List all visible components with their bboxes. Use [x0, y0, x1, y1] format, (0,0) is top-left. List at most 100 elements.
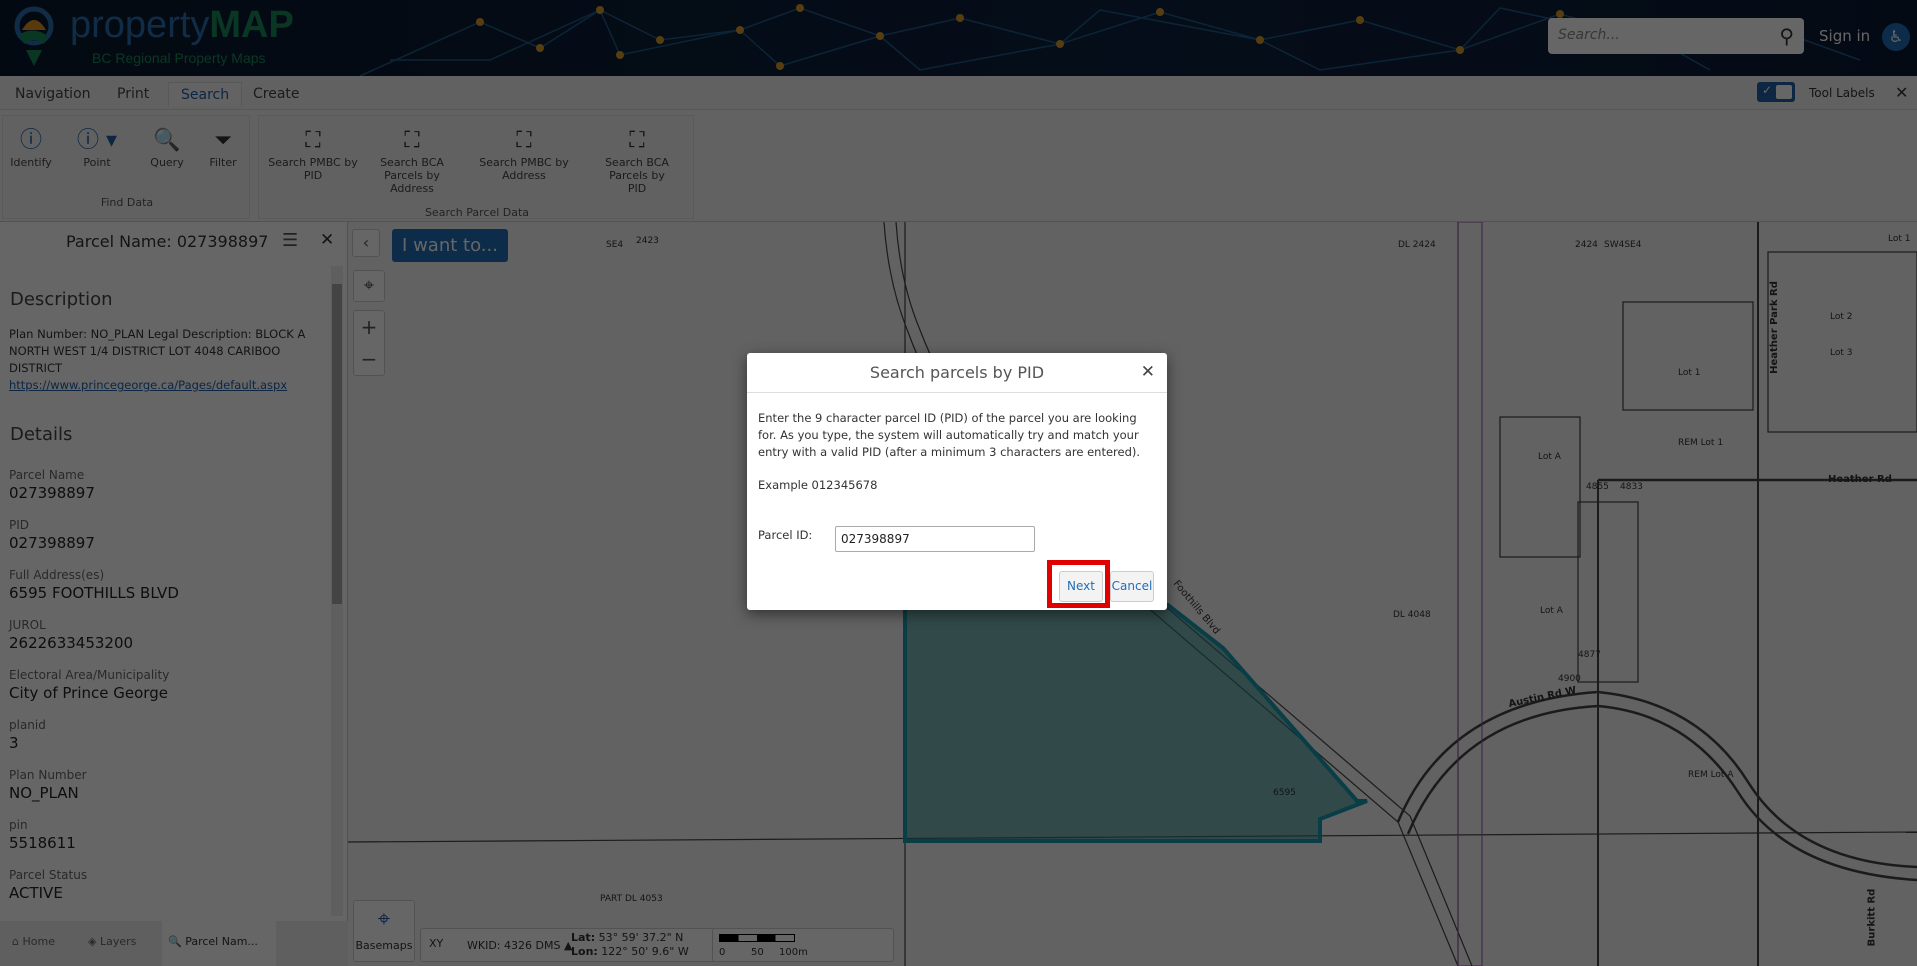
map-label: 2423: [636, 236, 659, 246]
search-parcels-by-pid-dialog: Search parcels by PID ✕ Enter the 9 char…: [747, 353, 1167, 610]
map-label: Lot 2: [1830, 312, 1853, 322]
field: Full Address(es) 6595 FOOTHILLS BLVD: [9, 568, 179, 602]
xy-icon: XY: [429, 937, 444, 950]
map-label: DL 2424: [1398, 240, 1436, 250]
map-label: Lot 1: [1888, 234, 1911, 244]
map-label: 4855: [1586, 482, 1609, 492]
home-tab[interactable]: ⌂ Home: [12, 935, 55, 948]
ribbon-tabs: Navigation Print Search Create: [0, 76, 1917, 110]
dialog-title: Search parcels by PID: [747, 353, 1167, 393]
layers-tab[interactable]: ◈ Layers: [88, 935, 136, 948]
filter-button[interactable]: ⏷ Filter: [201, 126, 245, 169]
menu-icon[interactable]: ☰: [282, 230, 298, 251]
next-button[interactable]: Next: [1059, 571, 1103, 602]
point-icon: ⓘ ▾: [76, 128, 118, 153]
accessibility-icon[interactable]: ♿: [1882, 23, 1910, 51]
field: Electoral Area/Municipality City of Princ…: [9, 668, 170, 702]
coordinate-bar: XY WKID: 4326 DMS ▲ Lat: 53° 59' 37.2" N…: [420, 928, 735, 962]
tool-labels-toggle[interactable]: ✓: [1757, 82, 1795, 102]
field: Plan Number NO_PLAN: [9, 768, 87, 802]
locate-button[interactable]: ⌖: [353, 270, 385, 302]
dialog-example: Example 012345678: [758, 478, 878, 492]
map-label: SW4SE4: [1604, 240, 1642, 250]
binoculars-icon: ⛶: [305, 128, 321, 153]
collapse-panel-button[interactable]: ‹: [352, 229, 380, 257]
parcel-tab[interactable]: 🔍 Parcel Nam...: [162, 921, 276, 966]
panel-scrollbar[interactable]: [331, 266, 343, 916]
scale-bar: 0 50 100m: [712, 928, 894, 962]
map-label: Lot A: [1538, 452, 1561, 462]
sign-in-link[interactable]: Sign in: [1819, 27, 1870, 45]
website-link[interactable]: https://www.princegeorge.ca/Pages/defaul…: [9, 377, 319, 394]
identify-icon: ⓘ: [19, 128, 42, 153]
map-label: Burkitt Rd: [1866, 888, 1878, 947]
identify-button[interactable]: ⓘ Identify: [9, 126, 53, 169]
field: planid 3: [9, 718, 46, 752]
map-label: 4900: [1558, 674, 1581, 684]
field: JUROL 2622633453200: [9, 618, 134, 652]
zoom-controls: + −: [353, 310, 385, 376]
ribbon: ⓘ Identify ⓘ ▾ Point 🔍 Query ⏷ Filter Find D…: [0, 110, 1917, 222]
map-label: 4833: [1620, 482, 1643, 492]
binoculars-icon: ⛶: [629, 128, 645, 153]
group-label: Search Parcel Data: [424, 206, 530, 219]
brand-title: propertyMAP: [70, 4, 294, 46]
binoculars-icon: ⛶: [516, 128, 532, 153]
map-label: Lot 1: [1678, 368, 1701, 378]
description-text: Plan Number: NO_PLAN Legal Description: …: [9, 326, 319, 394]
tab-print[interactable]: Print: [117, 86, 149, 102]
lat-lon-readout: Lat: 53° 59' 37.2" N Lon: 122° 50' 9.6" W: [571, 931, 689, 958]
details-heading: Details: [10, 424, 73, 445]
search-pmbc-by-address-button[interactable]: ⛶ Search PMBC by Address: [479, 126, 569, 182]
parcel-id-input[interactable]: [835, 526, 1035, 552]
query-button[interactable]: 🔍 Query: [145, 126, 189, 169]
search-input[interactable]: Search... ⚲: [1548, 18, 1804, 54]
search-parcel-data-group: ⛶ Search PMBC by PID ⛶ Search BCA Parcels …: [258, 115, 694, 219]
map-label: Heather Park Rd: [1768, 281, 1780, 374]
close-ribbon-icon[interactable]: ✕: [1895, 83, 1908, 102]
app-header: propertyMAP BC Regional Property Maps Se…: [0, 0, 1917, 76]
tab-search[interactable]: Search: [168, 82, 243, 107]
map-label: 6595: [1273, 788, 1296, 798]
panel-bottom-tabs: ⌂ Home ◈ Layers 🔍 Parcel Nam...: [0, 921, 348, 966]
map-label: REM Lot 1: [1678, 438, 1724, 448]
check-icon: ✓: [1762, 83, 1773, 97]
basemaps-button[interactable]: ⌖ Basemaps: [353, 900, 415, 962]
wkid-selector[interactable]: WKID: 4326 DMS ▲: [467, 939, 572, 952]
scale-label: 50: [751, 947, 764, 958]
binoculars-icon: ⛶: [404, 128, 420, 153]
map-label: 2424: [1575, 240, 1598, 250]
tab-navigation[interactable]: Navigation: [15, 86, 91, 102]
close-icon[interactable]: ✕: [320, 230, 334, 250]
basemap-icon: ⌖: [377, 907, 391, 932]
zoom-out-button[interactable]: −: [354, 343, 384, 375]
field: Parcel Name 027398897: [9, 468, 95, 502]
map-label: PART DL 4053: [600, 894, 663, 904]
zoom-in-button[interactable]: +: [354, 311, 384, 343]
search-bca-by-address-button[interactable]: ⛶ Search BCA Parcels by Address: [379, 126, 445, 195]
i-want-to-button[interactable]: I want to...: [392, 229, 508, 262]
filter-icon: ⏷: [214, 128, 232, 153]
description-heading: Description: [10, 289, 113, 310]
scale-label: 0: [719, 947, 726, 958]
scale-label: 100m: [779, 947, 808, 958]
close-icon[interactable]: ✕: [1141, 362, 1155, 382]
search-icon[interactable]: ⚲: [1779, 24, 1794, 48]
parcel-id-label: Parcel ID:: [758, 528, 813, 542]
map-label: REM Lot A: [1688, 770, 1734, 780]
field: pin 5518611: [9, 818, 76, 852]
search-pmbc-by-pid-button[interactable]: ⛶ Search PMBC by PID: [265, 126, 361, 182]
query-icon: 🔍: [153, 128, 181, 153]
find-data-group: ⓘ Identify ⓘ ▾ Point 🔍 Query ⏷ Filter Find D…: [2, 115, 250, 219]
point-button[interactable]: ⓘ ▾ Point: [73, 126, 121, 169]
field: Parcel Status ACTIVE: [9, 868, 88, 902]
map-label: Lot A: [1540, 606, 1563, 616]
tab-create[interactable]: Create: [253, 86, 300, 102]
map-label: Heather Rd: [1828, 474, 1892, 485]
group-label: Find Data: [100, 196, 154, 209]
search-bca-by-pid-button[interactable]: ⛶ Search BCA Parcels by PID: [599, 126, 675, 195]
cancel-button[interactable]: Cancel: [1110, 571, 1154, 602]
brand-subtitle: BC Regional Property Maps: [92, 50, 266, 66]
panel-title: Parcel Name: 027398897: [66, 232, 269, 251]
map-label: SE4: [606, 240, 624, 250]
